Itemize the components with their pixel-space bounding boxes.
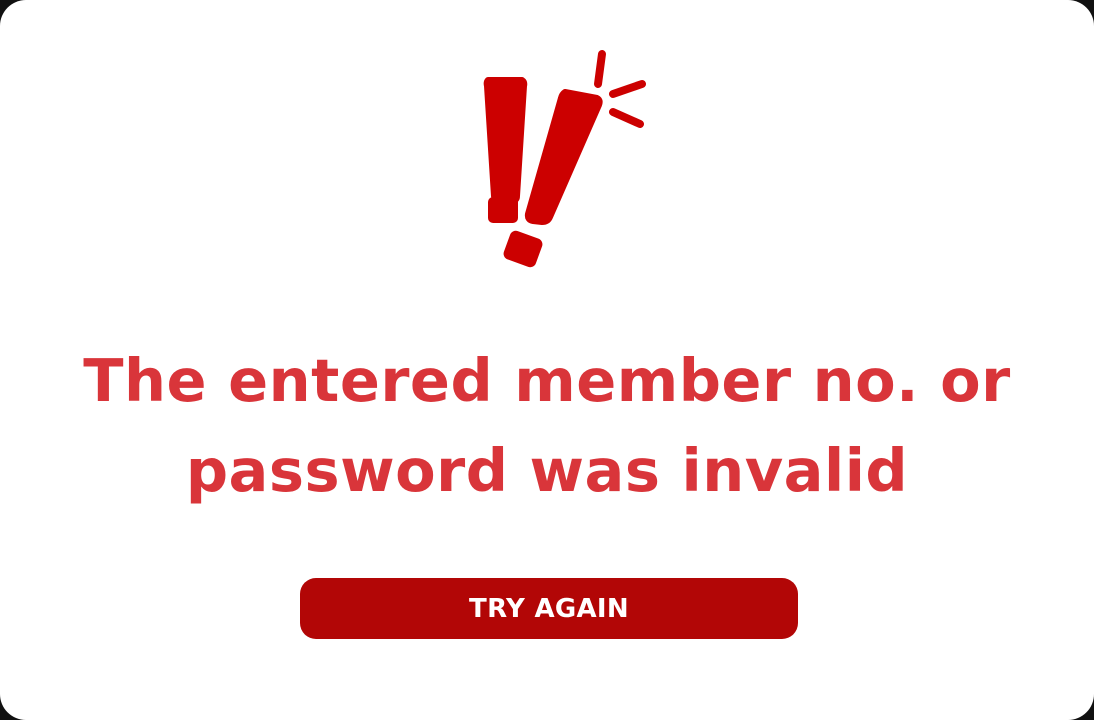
error-message-line-1: The entered member no. or <box>83 346 1011 415</box>
try-again-button[interactable]: TRY AGAIN <box>300 578 798 639</box>
error-dialog: The entered member no. or password was i… <box>0 0 1094 720</box>
error-message-line-2: password was invalid <box>185 436 909 505</box>
error-message: The entered member no. or password was i… <box>60 336 1034 516</box>
double-exclamation-alert-icon <box>470 44 660 276</box>
